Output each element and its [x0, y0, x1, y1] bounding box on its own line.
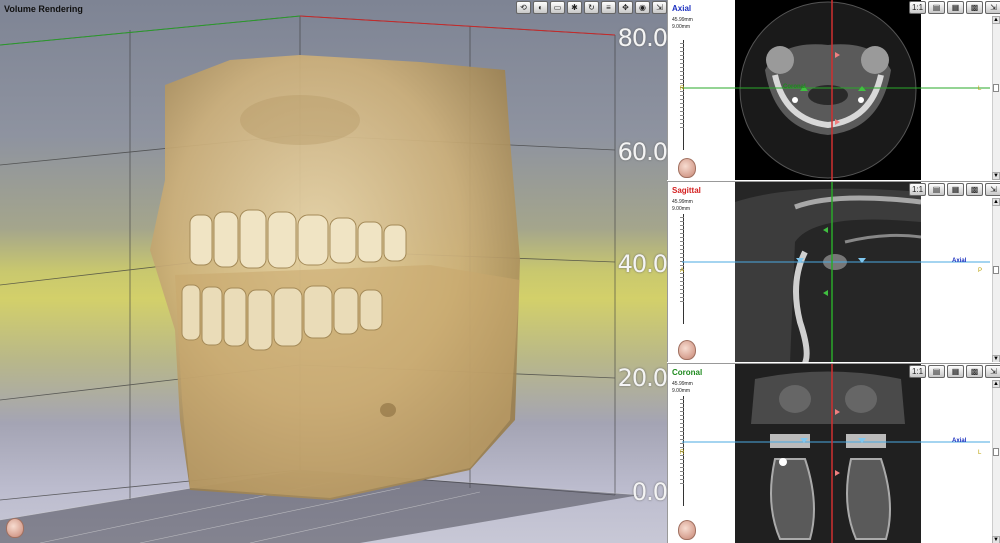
view-toolbar: 1:1 ▤ ▦ ▩ ⇲	[909, 183, 1000, 196]
screenshot-icon[interactable]: ▩	[966, 1, 983, 14]
reference-label: Axial	[952, 438, 967, 444]
layout-1x1-icon[interactable]: 1:1	[909, 365, 926, 378]
scroll-thumb[interactable]	[993, 84, 999, 92]
scroll-up-button[interactable]: ▲	[992, 198, 1000, 206]
view-title: Volume Rendering	[4, 4, 83, 14]
pan-icon[interactable]: ✥	[618, 1, 633, 14]
scale-label: 20.0	[617, 364, 667, 392]
scale-label-bottom: 0.0	[631, 478, 667, 506]
slice-scrollbar[interactable]	[992, 16, 1000, 180]
scroll-down-button[interactable]: ▼	[992, 536, 1000, 543]
scroll-thumb[interactable]	[993, 448, 999, 456]
scale-label-top: 80.0	[617, 24, 667, 52]
export-icon[interactable]: ⇲	[652, 1, 667, 14]
axial-view[interactable]: Axial 45.99mm 9.00mm Coronal R L 1:1 ▤ ▦	[667, 0, 1000, 180]
coronal-view[interactable]: Coronal 45.99mm 9.00mm Axial R L 1:1 ▤ ▦…	[667, 363, 1000, 543]
clip-icon[interactable]: ▭	[550, 1, 565, 14]
side-label-left: R	[680, 86, 685, 92]
export-icon[interactable]: ⇲	[985, 365, 1000, 378]
volume-rendering-view[interactable]: Volume Rendering ⟲ ◐ ▭ ✱ ↻ ≡ ✥ ◉ ⇲ 80.0 …	[0, 0, 667, 543]
slice-scrollbar[interactable]	[992, 380, 1000, 543]
window-level-icon[interactable]: ▤	[928, 365, 945, 378]
light-icon[interactable]: ✱	[567, 1, 582, 14]
layout-1x1-icon[interactable]: 1:1	[909, 183, 926, 196]
scroll-down-button[interactable]: ▼	[992, 172, 1000, 180]
view-toolbar: 1:1 ▤ ▦ ▩ ⇲	[909, 1, 1000, 14]
reference-label: Axial	[952, 258, 967, 264]
window-level-icon[interactable]: ▤	[928, 183, 945, 196]
rotate-icon[interactable]: ↻	[584, 1, 599, 14]
export-icon[interactable]: ⇲	[985, 1, 1000, 14]
layout-1x1-icon[interactable]: 1:1	[909, 1, 926, 14]
side-label-left: A	[680, 268, 685, 274]
orientation-head-icon[interactable]	[678, 340, 696, 360]
scale-label: 60.0	[617, 138, 667, 166]
scroll-up-button[interactable]: ▲	[992, 380, 1000, 388]
orientation-head-icon[interactable]	[6, 518, 24, 538]
screenshot-icon[interactable]: ▩	[966, 183, 983, 196]
scroll-up-button[interactable]: ▲	[992, 16, 1000, 24]
layers-icon[interactable]: ≡	[601, 1, 616, 14]
scroll-thumb[interactable]	[993, 266, 999, 274]
volume-toolbar: ⟲ ◐ ▭ ✱ ↻ ≡ ✥ ◉ ⇲	[516, 1, 667, 14]
view-toolbar: 1:1 ▤ ▦ ▩ ⇲	[909, 365, 1000, 378]
reference-lines	[682, 0, 990, 180]
screenshot-icon[interactable]: ▩	[966, 365, 983, 378]
side-label-right: P	[978, 268, 983, 274]
orientation-head-icon[interactable]	[678, 158, 696, 178]
reference-lines	[682, 364, 990, 543]
scroll-down-button[interactable]: ▼	[992, 355, 1000, 362]
export-icon[interactable]: ⇲	[985, 183, 1000, 196]
orientation-head-icon[interactable]	[678, 520, 696, 540]
snapshot-icon[interactable]: ◉	[635, 1, 650, 14]
side-label-left: R	[680, 450, 685, 456]
render-mode-icon[interactable]: ◐	[533, 1, 548, 14]
reset-view-icon[interactable]: ⟲	[516, 1, 531, 14]
reference-lines	[682, 182, 990, 362]
measure-icon[interactable]: ▦	[947, 183, 964, 196]
window-level-icon[interactable]: ▤	[928, 1, 945, 14]
reference-label: Coronal	[783, 84, 806, 90]
measure-icon[interactable]: ▦	[947, 365, 964, 378]
volume-render-canvas[interactable]	[0, 0, 667, 543]
side-label-right: L	[978, 86, 982, 92]
side-label-right: L	[978, 450, 982, 456]
slice-scrollbar[interactable]	[992, 198, 1000, 362]
scale-label: 40.0	[617, 250, 667, 278]
sagittal-view[interactable]: Sagittal 45.99mm 9.00mm Axial A P 1:1 ▤ …	[667, 181, 1000, 362]
measure-icon[interactable]: ▦	[947, 1, 964, 14]
